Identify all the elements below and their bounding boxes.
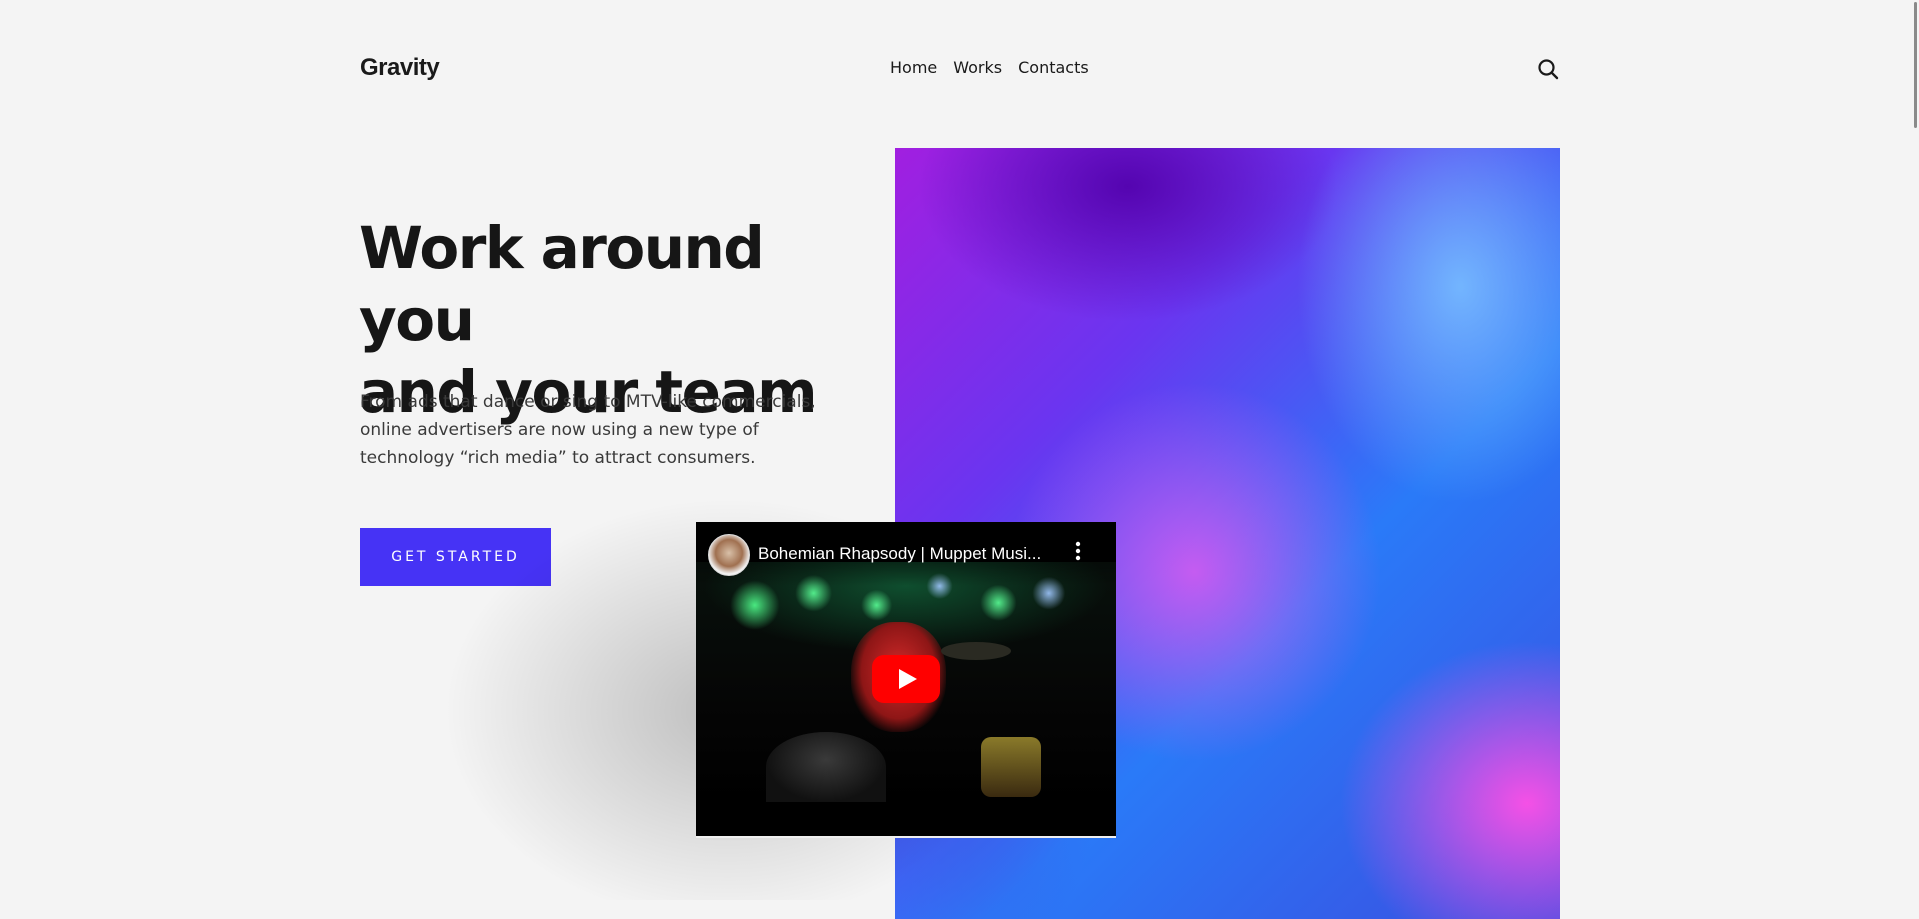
page-scrollbar[interactable] — [1914, 2, 1917, 128]
play-glyph — [872, 655, 940, 703]
nav-item-works[interactable]: Works — [953, 58, 1002, 77]
hero-description: From ads that dance or sing to MTV-like … — [360, 392, 816, 468]
main-nav: Home Works Contacts — [890, 58, 1089, 77]
video-title[interactable]: Bohemian Rhapsody | Muppet Musi... — [758, 544, 1058, 564]
nav-item-home[interactable]: Home — [890, 58, 937, 77]
cymbal — [941, 642, 1011, 660]
video-embed[interactable]: Bohemian Rhapsody | Muppet Musi... — [696, 522, 1116, 838]
drum-right — [981, 737, 1041, 797]
video-header: Bohemian Rhapsody | Muppet Musi... — [696, 522, 1116, 586]
page: Gravity Home Works Contacts Work around … — [0, 0, 1919, 919]
search-button[interactable] — [1537, 58, 1561, 82]
more-vert-icon[interactable] — [1070, 540, 1086, 568]
video-progress-bar — [696, 836, 1116, 838]
drum-kit — [766, 732, 886, 802]
logo[interactable]: Gravity — [360, 54, 440, 82]
more-vert-glyph — [1075, 541, 1081, 561]
nav-item-contacts[interactable]: Contacts — [1018, 58, 1089, 77]
channel-avatar[interactable] — [708, 534, 750, 576]
search-icon — [1538, 59, 1559, 80]
youtube-play-icon[interactable] — [872, 655, 940, 703]
hero-title-line-1: Work around you — [359, 214, 765, 354]
